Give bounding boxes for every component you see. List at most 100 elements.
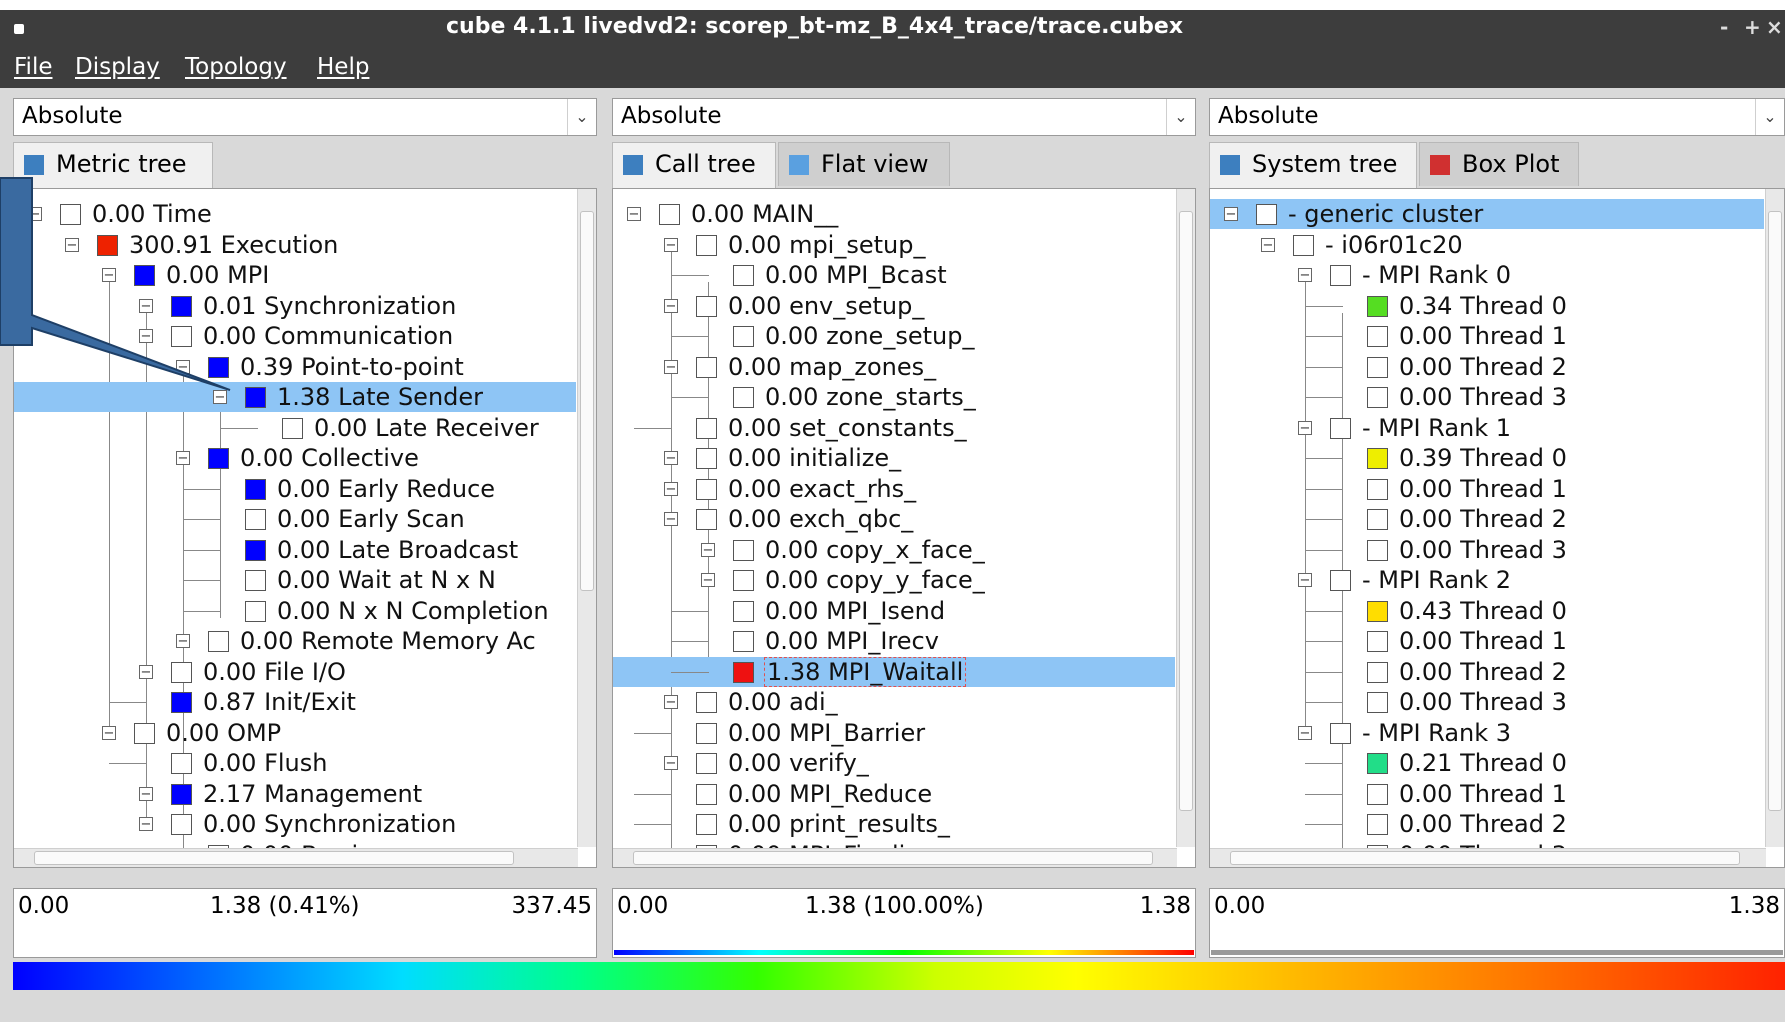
expand-toggle-icon[interactable]: − [664,237,678,252]
system-tree-row-0-43-thread-0[interactable]: 0.43 Thread 0 [1210,596,1784,626]
expand-toggle-icon[interactable]: − [139,786,153,801]
metric-tree-row-0-00-time[interactable]: − 0.00 Time [14,199,596,229]
metric-tree-row-0-00-early-reduce[interactable]: 0.00 Early Reduce [14,474,596,504]
system-tree-row-0-00-thread-3[interactable]: 0.00 Thread 3 [1210,535,1784,565]
call-hscroll[interactable] [613,848,1177,867]
system-hscroll[interactable] [1210,848,1766,867]
metric-tree-row-0-00-n-x-n-completion[interactable]: 0.00 N x N Completion [14,596,596,626]
tab-metric-tree[interactable]: Metric tree [13,142,213,188]
metric-tree-row-300-91-execution[interactable]: − 300.91 Execution [14,230,596,260]
system-tree-row-i06r01c20[interactable]: − - i06r01c20 [1210,230,1784,260]
expand-toggle-icon[interactable]: − [176,634,190,648]
call-tree-row-0-00-mpi-bcast[interactable]: 0.00 MPI_Bcast [613,260,1195,290]
system-tree-row-mpi-rank-3[interactable]: − - MPI Rank 3 [1210,718,1784,748]
call-tree-row-0-00-map-zones[interactable]: − 0.00 map_zones_ [613,352,1195,382]
metric-mode-select[interactable]: Absolute ⌄ [13,98,597,136]
system-tree-row-0-00-thread-1[interactable]: 0.00 Thread 1 [1210,779,1784,809]
expand-toggle-icon[interactable]: − [65,237,79,252]
expand-toggle-icon[interactable]: − [139,329,153,343]
metric-hscroll[interactable] [14,848,578,867]
expand-toggle-icon[interactable]: − [664,481,678,496]
call-tree-row-0-00-zone-setup[interactable]: 0.00 zone_setup_ [613,321,1195,351]
expand-toggle-icon[interactable]: − [176,451,190,465]
scroll-thumb[interactable] [1179,211,1193,811]
expand-toggle-icon[interactable]: − [664,451,678,465]
menu-topology[interactable]: Topology [185,54,287,80]
metric-tree-row-0-39-point-to-point[interactable]: − 0.39 Point-to-point [14,352,596,382]
expand-toggle-icon[interactable]: − [701,573,715,587]
expand-toggle-icon[interactable]: − [1298,725,1312,740]
call-tree-row-0-00-exch-qbc[interactable]: − 0.00 exch_qbc_ [613,504,1195,534]
system-tree-row-0-34-thread-0[interactable]: 0.34 Thread 0 [1210,291,1784,321]
expand-toggle-icon[interactable]: − [102,725,116,740]
system-tree-row-0-21-thread-0[interactable]: 0.21 Thread 0 [1210,748,1784,778]
expand-toggle-icon[interactable]: − [1224,207,1238,221]
expand-toggle-icon[interactable]: − [627,207,641,221]
call-tree-row-0-00-main[interactable]: − 0.00 MAIN__ [613,199,1195,229]
tab-system-tree[interactable]: System tree [1209,142,1417,188]
expand-toggle-icon[interactable]: − [1261,237,1275,252]
maximize-button[interactable]: + [1744,15,1761,39]
tab-flat-view[interactable]: Flat view [778,142,950,186]
expand-toggle-icon[interactable]: − [1298,420,1312,435]
system-tree-row-0-00-thread-2[interactable]: 0.00 Thread 2 [1210,504,1784,534]
expand-toggle-icon[interactable]: − [139,298,153,313]
call-tree-row-0-00-mpi-irecv[interactable]: 0.00 MPI_Irecv [613,626,1195,656]
metric-tree-row-0-00-remote-memory-ac[interactable]: − 0.00 Remote Memory Ac [14,626,596,656]
expand-toggle-icon[interactable]: − [176,359,190,374]
system-tree-row-0-00-thread-1[interactable]: 0.00 Thread 1 [1210,626,1784,656]
menu-file[interactable]: File [14,54,53,80]
system-tree-row-0-00-thread-1[interactable]: 0.00 Thread 1 [1210,474,1784,504]
expand-toggle-icon[interactable]: − [701,542,715,557]
system-tree-row-0-00-thread-2[interactable]: 0.00 Thread 2 [1210,352,1784,382]
metric-tree-row-0-00-wait-at-n-x-n[interactable]: 0.00 Wait at N x N [14,565,596,595]
menu-display[interactable]: Display [75,54,160,80]
system-tree-row-0-00-thread-3[interactable]: 0.00 Thread 3 [1210,382,1784,412]
metric-vscroll[interactable] [577,189,596,847]
tab-box-plot[interactable]: Box Plot [1419,142,1579,186]
expand-toggle-icon[interactable]: − [664,512,678,526]
call-tree-row-0-00-exact-rhs[interactable]: − 0.00 exact_rhs_ [613,474,1195,504]
call-tree-row-0-00-zone-starts[interactable]: 0.00 zone_starts_ [613,382,1195,412]
system-tree-row-0-00-thread-3[interactable]: 0.00 Thread 3 [1210,687,1784,717]
metric-tree-row-0-00-flush[interactable]: 0.00 Flush [14,748,596,778]
metric-tree-row-0-00-file-i-o[interactable]: − 0.00 File I/O [14,657,596,687]
call-vscroll[interactable] [1176,189,1195,847]
system-tree-row-0-00-thread-2[interactable]: 0.00 Thread 2 [1210,657,1784,687]
system-tree-row-0-00-thread-1[interactable]: 0.00 Thread 1 [1210,321,1784,351]
metric-tree-row-0-00-omp[interactable]: − 0.00 OMP [14,718,596,748]
system-tree-row-generic-cluster[interactable]: − - generic cluster [1210,199,1764,229]
scroll-thumb[interactable] [580,211,594,591]
metric-tree-row-0-00-synchronization[interactable]: − 0.00 Synchronization [14,809,596,839]
call-tree-row-0-00-copy-x-face[interactable]: − 0.00 copy_x_face_ [613,535,1195,565]
call-tree-row-0-00-initialize[interactable]: − 0.00 initialize_ [613,443,1195,473]
scroll-thumb[interactable] [633,851,1153,865]
metric-tree-row-2-17-management[interactable]: − 2.17 Management [14,779,596,809]
call-tree-row-0-00-adi[interactable]: − 0.00 adi_ [613,687,1195,717]
system-tree-row-mpi-rank-0[interactable]: − - MPI Rank 0 [1210,260,1784,290]
tab-call-tree[interactable]: Call tree [612,142,776,188]
close-button[interactable]: × [1766,15,1783,39]
menu-help[interactable]: Help [317,54,369,80]
system-mode-select[interactable]: Absolute ⌄ [1209,98,1785,136]
call-mode-select[interactable]: Absolute ⌄ [612,98,1196,136]
call-tree-row-0-00-mpi-setup[interactable]: − 0.00 mpi_setup_ [613,230,1195,260]
expand-toggle-icon[interactable]: − [664,695,678,709]
metric-tree-row-0-00-early-scan[interactable]: 0.00 Early Scan [14,504,596,534]
system-tree-row-0-00-thread-2[interactable]: 0.00 Thread 2 [1210,809,1784,839]
metric-tree-row-0-00-collective[interactable]: − 0.00 Collective [14,443,596,473]
call-tree-row-0-00-mpi-isend[interactable]: 0.00 MPI_Isend [613,596,1195,626]
call-tree-row-0-00-mpi-reduce[interactable]: 0.00 MPI_Reduce [613,779,1195,809]
call-tree-row-0-00-copy-y-face[interactable]: − 0.00 copy_y_face_ [613,565,1195,595]
system-vscroll[interactable] [1765,189,1784,847]
expand-toggle-icon[interactable]: − [1298,573,1312,587]
scroll-thumb[interactable] [1768,211,1782,811]
call-tree-row-0-00-env-setup[interactable]: − 0.00 env_setup_ [613,291,1195,321]
expand-toggle-icon[interactable]: − [28,207,42,221]
expand-toggle-icon[interactable]: − [139,817,153,831]
expand-toggle-icon[interactable]: − [139,664,153,679]
call-tree-row-0-00-mpi-barrier[interactable]: 0.00 MPI_Barrier [613,718,1195,748]
expand-toggle-icon[interactable]: − [1298,268,1312,282]
call-tree-row-0-00-set-constants[interactable]: 0.00 set_constants_ [613,413,1195,443]
expand-toggle-icon[interactable]: − [664,359,678,374]
